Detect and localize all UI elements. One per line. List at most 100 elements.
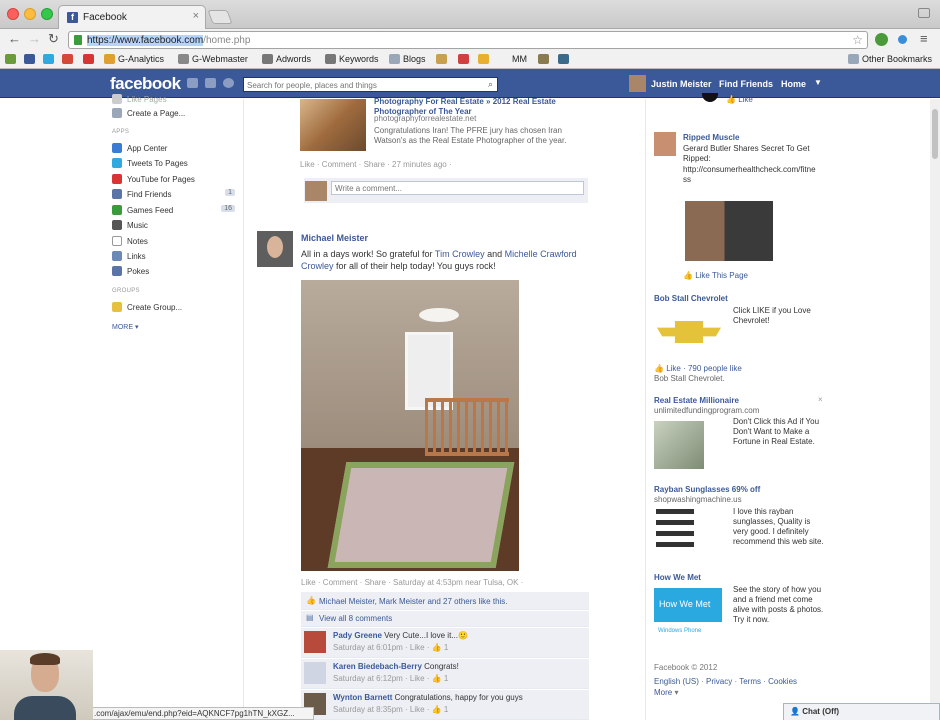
find-friends-link[interactable]: Find Friends xyxy=(719,79,773,89)
post-actions[interactable]: Like · Comment · Share · Saturday at 4:5… xyxy=(301,578,523,587)
ad-title[interactable]: Bob Stall Chevrolet xyxy=(654,294,728,303)
reload-icon[interactable]: ↻ xyxy=(48,31,59,47)
sidebar-item-tweets-to-pages[interactable]: Tweets To Pages xyxy=(112,158,188,168)
bookmark-g-analytics[interactable]: G-Analytics xyxy=(104,54,164,64)
page-scrollbar[interactable] xyxy=(930,99,940,720)
sidebar-item-notes[interactable]: Notes xyxy=(112,236,148,246)
forward-arrow-icon[interactable]: → xyxy=(28,31,41,46)
commenter-avatar[interactable] xyxy=(304,631,326,653)
comment-input[interactable] xyxy=(331,181,584,195)
ad-title[interactable]: How We Met xyxy=(654,573,701,582)
zoom-window-button[interactable] xyxy=(41,8,53,20)
extension-icon[interactable] xyxy=(875,33,888,46)
notifications-icon[interactable] xyxy=(223,78,234,88)
bookmark-icon[interactable] xyxy=(436,54,450,64)
gplus-bookmark-icon[interactable] xyxy=(62,54,76,64)
story-actions[interactable]: Like · Comment · Share · 27 minutes ago … xyxy=(300,160,452,169)
sidebar-item-music[interactable]: Music xyxy=(112,220,148,230)
sidebar-item-youtube-for-pages[interactable]: YouTube for Pages xyxy=(112,174,195,184)
sidebar-item-find-friends[interactable]: Find Friends xyxy=(112,189,171,199)
facebook-logo[interactable]: facebook xyxy=(110,74,181,94)
footer-link-more[interactable]: More xyxy=(654,688,672,697)
youtube-bookmark-icon[interactable] xyxy=(83,54,97,64)
ad-title[interactable]: Rayban Sunglasses 69% off xyxy=(654,485,760,494)
commenter-name[interactable]: Karen Biedebach-Berry xyxy=(333,662,422,671)
ad-image[interactable]: How We Met xyxy=(654,588,722,622)
bookmark-adwords[interactable]: Adwords xyxy=(262,54,311,64)
scrollbar-thumb[interactable] xyxy=(932,109,938,159)
search-input[interactable] xyxy=(247,79,477,91)
tab-close-icon[interactable]: × xyxy=(193,10,199,22)
ad-image[interactable] xyxy=(654,132,676,156)
bookmark-mm[interactable]: MM xyxy=(512,54,527,64)
other-bookmarks-folder[interactable]: Other Bookmarks xyxy=(848,54,932,64)
sidebar-item-links[interactable]: Links xyxy=(112,251,146,261)
commenter-name[interactable]: Pady Greene xyxy=(333,631,382,640)
bookmark-icon[interactable] xyxy=(24,54,38,64)
footer-link-cookies[interactable]: Cookies xyxy=(768,677,797,686)
chevrolet-logo[interactable] xyxy=(657,321,721,343)
bookmark-icon[interactable] xyxy=(5,54,19,64)
profile-link[interactable]: Justin Meister xyxy=(651,79,712,89)
comment-meta[interactable]: Saturday at 6:12pm · Like · 👍 1 xyxy=(333,674,448,683)
bookmark-icon[interactable] xyxy=(538,54,552,64)
menu-icon[interactable]: ≡ xyxy=(920,31,928,46)
view-comments-link[interactable]: View all 8 comments xyxy=(319,614,392,623)
bookmark-icon[interactable] xyxy=(478,54,492,64)
ad-like-link[interactable]: 👍 Like xyxy=(726,95,753,104)
commenter-name[interactable]: Wynton Barnett xyxy=(333,693,392,702)
new-tab-button[interactable] xyxy=(207,10,233,24)
ad-close-icon[interactable]: × xyxy=(818,395,823,405)
ad-title[interactable]: Ripped Muscle xyxy=(683,133,739,142)
account-menu-caret-icon[interactable]: ▼ xyxy=(814,78,822,87)
ad-like-link[interactable]: 👍 Like · 790 people like xyxy=(654,364,742,373)
ad-image[interactable] xyxy=(656,509,694,553)
user-avatar[interactable] xyxy=(629,75,646,92)
sidebar-item-app-center[interactable]: App Center xyxy=(112,143,167,153)
author-avatar[interactable] xyxy=(257,231,293,267)
sidebar-item-like-pages[interactable]: Like Pages xyxy=(112,94,167,104)
close-window-button[interactable] xyxy=(7,8,19,20)
footer-link-privacy[interactable]: Privacy xyxy=(706,677,732,686)
ad-title[interactable]: Real Estate Millionaire xyxy=(654,396,739,405)
footer-link-terms[interactable]: Terms xyxy=(739,677,761,686)
sidebar-item-games-feed[interactable]: Games Feed xyxy=(112,205,173,215)
address-bar[interactable]: https://www.facebook.com/home.php ☆ xyxy=(68,31,868,49)
view-comments-row[interactable]: View all 8 comments ▤ xyxy=(301,611,589,627)
sidebar-item-create-page[interactable]: Create a Page... xyxy=(112,108,185,118)
bookmark-star-icon[interactable]: ☆ xyxy=(852,33,863,47)
browser-tab[interactable]: f Facebook × xyxy=(58,5,206,29)
messages-icon[interactable] xyxy=(205,78,216,88)
ad-image[interactable] xyxy=(685,201,773,261)
tag-link[interactable]: Tim Crowley xyxy=(435,249,485,259)
ad-like-link[interactable]: 👍 Like This Page xyxy=(683,271,748,280)
link-thumbnail[interactable] xyxy=(300,99,366,151)
extension-dot-icon[interactable] xyxy=(898,35,907,44)
home-link[interactable]: Home xyxy=(781,79,806,89)
bookmark-icon[interactable] xyxy=(558,54,572,64)
bookmark-keywords[interactable]: Keywords xyxy=(325,54,379,64)
ad-url[interactable]: http://consumerhealthcheck.com/fitness xyxy=(683,165,818,185)
friend-requests-icon[interactable] xyxy=(187,78,198,88)
sidebar-item-create-group[interactable]: Create Group... xyxy=(112,302,182,312)
ad-image[interactable] xyxy=(654,421,704,469)
ad-image[interactable] xyxy=(702,93,718,102)
commenter-avatar[interactable] xyxy=(304,662,326,684)
fullscreen-icon[interactable] xyxy=(918,8,930,18)
back-arrow-icon[interactable]: ← xyxy=(8,31,21,46)
minimize-window-button[interactable] xyxy=(24,8,36,20)
bookmark-blogs-folder[interactable]: Blogs xyxy=(389,54,426,64)
post-author[interactable]: Michael Meister xyxy=(301,233,368,243)
sidebar-more-link[interactable]: MORE ▾ xyxy=(112,323,138,331)
sidebar-item-pokes[interactable]: Pokes xyxy=(112,266,149,276)
bookmark-g-webmaster[interactable]: G-Webmaster xyxy=(178,54,248,64)
chat-tab[interactable]: 👤 Chat (Off) xyxy=(783,703,940,720)
likes-sentence[interactable]: Michael Meister, Mark Meister and 27 oth… xyxy=(319,597,508,606)
comment-meta[interactable]: Saturday at 8:35pm · Like · 👍 1 xyxy=(333,705,448,714)
post-photo[interactable] xyxy=(301,280,519,571)
address-url[interactable]: https://www.facebook.com/home.php xyxy=(87,35,250,46)
search-icon[interactable]: ⌕ xyxy=(488,79,493,90)
comment-meta[interactable]: Saturday at 6:01pm · Like · 👍 1 xyxy=(333,643,448,652)
bookmark-icon[interactable] xyxy=(458,54,472,64)
footer-link-language[interactable]: English (US) xyxy=(654,677,699,686)
